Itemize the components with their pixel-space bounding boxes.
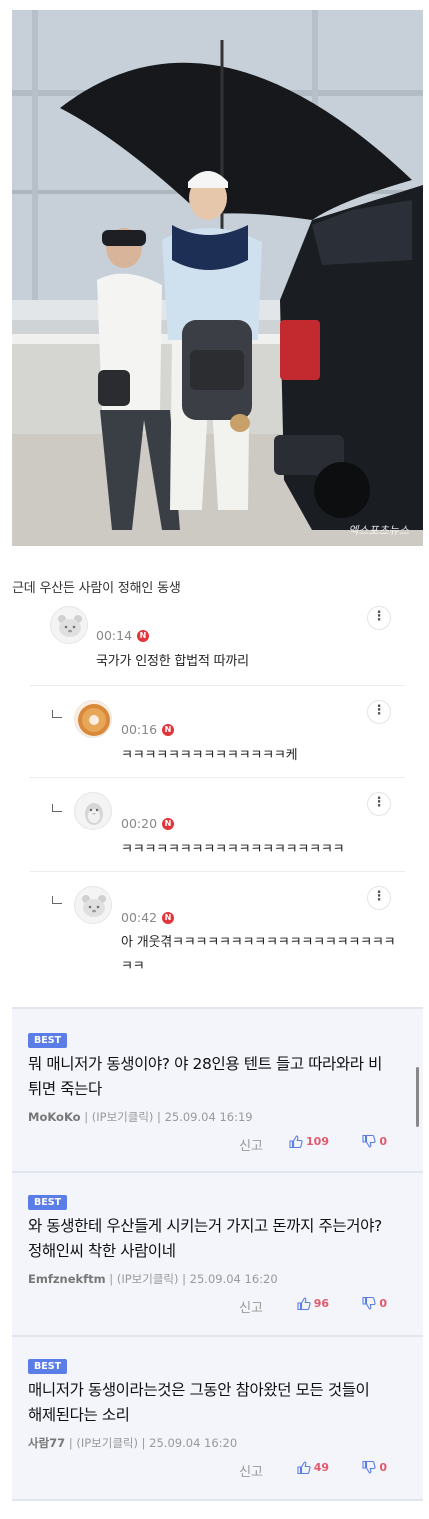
- best-comment-line: 매니저가 동생이라는것은 그동안 참아왔던 모든 것들이: [28, 1381, 370, 1399]
- thumbs-down-icon: [362, 1461, 376, 1474]
- ip-toggle-link[interactable]: (IP보기클릭): [117, 1272, 179, 1286]
- like-button[interactable]: 109: [289, 1135, 329, 1148]
- thumbs-up-icon: [297, 1297, 311, 1310]
- photo-watermark: 엑스포츠뉴스: [348, 524, 409, 537]
- like-count: 109: [306, 1135, 329, 1148]
- new-badge: N: [137, 629, 150, 642]
- comment-text: ㅋㅋㅋㅋㅋㅋㅋㅋㅋㅋㅋㅋㅋㅋㅋㅋㅋㅋㅋ: [121, 842, 345, 857]
- more-options-icon[interactable]: ⋮: [367, 606, 391, 630]
- comment-timestamp: 00:42: [121, 910, 158, 925]
- thumbs-up-icon: [289, 1135, 303, 1148]
- donut-icon[interactable]: [74, 700, 112, 738]
- new-badge: N: [162, 817, 175, 830]
- comment-timestamp: 00:16: [121, 722, 158, 737]
- best-comment: BEST 매니저가 동생이라는것은 그동안 참아왔던 모든 것들이 해제된다는 …: [12, 1335, 423, 1501]
- more-options-icon[interactable]: ⋮: [367, 700, 391, 724]
- dislike-button[interactable]: 0: [362, 1461, 387, 1474]
- dislike-count: 0: [379, 1135, 387, 1148]
- comment-actions: 신고 49 0: [12, 1461, 423, 1481]
- best-comment-line: 정해인씨 착한 사람이네: [28, 1242, 176, 1260]
- bear-face-icon[interactable]: [50, 606, 88, 644]
- scrollbar[interactable]: [416, 1067, 419, 1127]
- like-button[interactable]: 49: [297, 1461, 329, 1474]
- best-badge: BEST: [28, 1359, 68, 1374]
- comment-time: 00:14 N: [96, 628, 150, 643]
- comment-time: 00:16 N: [121, 722, 175, 737]
- post-caption: 근데 우산든 사람이 정해인 동생: [12, 581, 181, 596]
- best-comment: BEST 뭐 매니저가 동생이야? 야 28인용 텐트 들고 따라와라 비 튀면…: [12, 1007, 423, 1171]
- comment-reply-item: 00:16 N ㅋㅋㅋㅋㅋㅋㅋㅋㅋㅋㅋㅋㅋㅋ케 ⋮: [30, 686, 405, 778]
- comment-text: 국가가 인정한 합법적 따까리: [96, 654, 249, 669]
- comment-date: 25.09.04 16:20: [149, 1436, 238, 1450]
- comment-time: 00:42 N: [121, 910, 175, 925]
- comment-text-line: ㅋㅋ: [121, 959, 145, 974]
- report-button[interactable]: 신고: [239, 1297, 263, 1316]
- news-photo: 엑스포츠뉴스: [12, 10, 423, 546]
- bear-face-icon[interactable]: [74, 886, 112, 924]
- thumbs-down-icon: [362, 1135, 376, 1148]
- best-comment-meta: 사람77 | (IP보기클릭) | 25.09.04 16:20: [28, 1436, 238, 1450]
- author-name[interactable]: Emfznekftm: [28, 1272, 106, 1286]
- best-comment-line: 뭐 매니저가 동생이야? 야 28인용 텐트 들고 따라와라 비: [28, 1055, 383, 1073]
- comment-actions: 신고 96 0: [12, 1297, 423, 1317]
- ip-toggle-link[interactable]: (IP보기클릭): [76, 1436, 138, 1450]
- comment-item: 00:14 N 국가가 인정한 합법적 따까리 ⋮: [30, 598, 405, 686]
- comment-reply-item: 00:20 N ㅋㅋㅋㅋㅋㅋㅋㅋㅋㅋㅋㅋㅋㅋㅋㅋㅋㅋㅋ ⋮: [30, 778, 405, 872]
- comment-timestamp: 00:14: [96, 628, 133, 643]
- more-options-icon[interactable]: ⋮: [367, 886, 391, 910]
- new-badge: N: [162, 911, 175, 924]
- reply-arrow-icon: [52, 804, 62, 812]
- best-badge: BEST: [28, 1195, 68, 1210]
- best-comment-meta: Emfznekftm | (IP보기클릭) | 25.09.04 16:20: [28, 1272, 278, 1286]
- penguin-icon[interactable]: [74, 792, 112, 830]
- like-count: 49: [313, 1461, 329, 1474]
- reply-arrow-icon: [52, 710, 62, 718]
- like-count: 96: [313, 1297, 329, 1310]
- comment-actions: 신고 109 0: [12, 1135, 423, 1155]
- dislike-count: 0: [379, 1297, 387, 1310]
- best-comment: BEST 와 동생한테 우산들게 시키는거 가지고 돈까지 주는거야? 정해인씨…: [12, 1171, 423, 1335]
- like-button[interactable]: 96: [297, 1297, 329, 1310]
- more-options-icon[interactable]: ⋮: [367, 792, 391, 816]
- ip-toggle-link[interactable]: (IP보기클릭): [92, 1110, 154, 1124]
- best-comment-line: 튀면 죽는다: [28, 1080, 102, 1098]
- best-badge: BEST: [28, 1033, 68, 1048]
- dislike-button[interactable]: 0: [362, 1297, 387, 1310]
- report-button[interactable]: 신고: [239, 1461, 263, 1480]
- comment-date: 25.09.04 16:20: [189, 1272, 278, 1286]
- dislike-count: 0: [379, 1461, 387, 1474]
- reply-arrow-icon: [52, 896, 62, 904]
- best-comment-line: 와 동생한테 우산들게 시키는거 가지고 돈까지 주는거야?: [28, 1217, 382, 1235]
- comment-date: 25.09.04 16:19: [164, 1110, 253, 1124]
- comment-text: ㅋㅋㅋㅋㅋㅋㅋㅋㅋㅋㅋㅋㅋㅋ케: [121, 748, 298, 763]
- comment-timestamp: 00:20: [121, 816, 158, 831]
- report-button[interactable]: 신고: [239, 1135, 263, 1154]
- author-name[interactable]: MoKoKo: [28, 1110, 81, 1124]
- dislike-button[interactable]: 0: [362, 1135, 387, 1148]
- comment-time: 00:20 N: [121, 816, 175, 831]
- best-comment-line: 해제된다는 소리: [28, 1406, 130, 1424]
- comment-text-line: 아 개웃겪ㅋㅋㅋㅋㅋㅋㅋㅋㅋㅋㅋㅋㅋㅋㅋㅋㅋㅋㅋ: [121, 935, 396, 950]
- new-badge: N: [162, 723, 175, 736]
- author-name[interactable]: 사람77: [28, 1436, 65, 1450]
- thumbs-up-icon: [297, 1461, 311, 1474]
- best-comment-meta: MoKoKo | (IP보기클릭) | 25.09.04 16:19: [28, 1110, 253, 1124]
- comment-reply-item: 00:42 N 아 개웃겪ㅋㅋㅋㅋㅋㅋㅋㅋㅋㅋㅋㅋㅋㅋㅋㅋㅋㅋㅋ ㅋㅋ ⋮: [30, 872, 405, 984]
- thumbs-down-icon: [362, 1297, 376, 1310]
- photo-illustration: [12, 10, 423, 546]
